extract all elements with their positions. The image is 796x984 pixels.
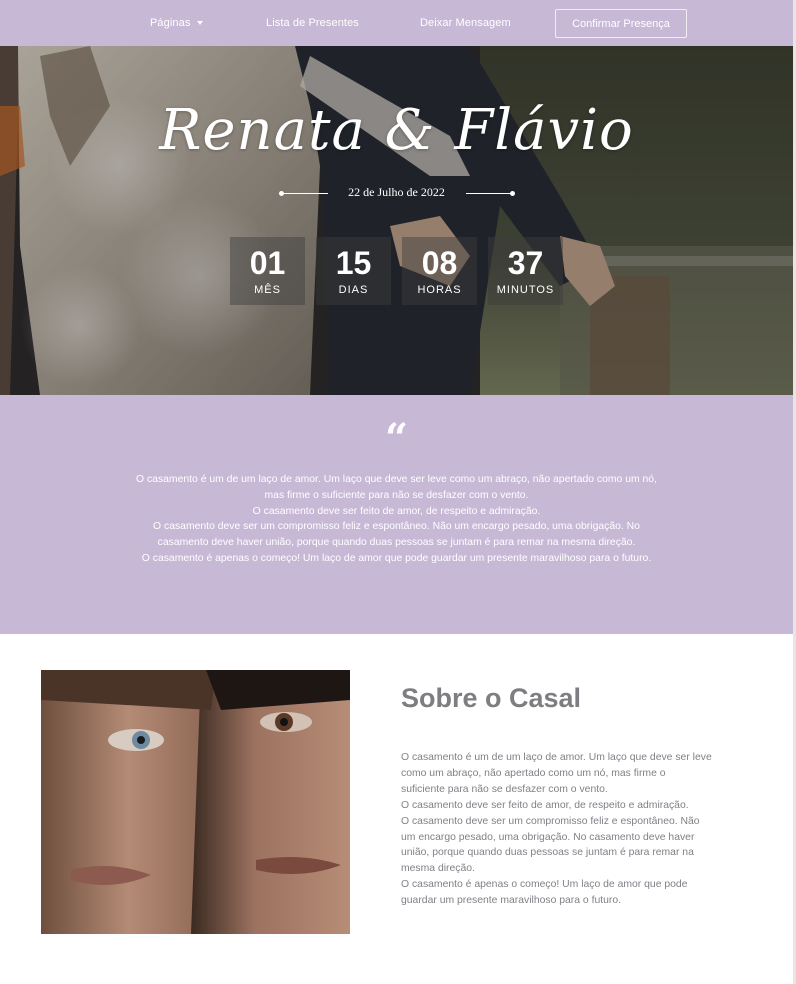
date-divider-dot: [510, 191, 515, 196]
countdown-label: DIAS: [338, 284, 369, 296]
countdown-label: MINUTOS: [496, 284, 555, 296]
top-navbar: Páginas Lista de Presentes Deixar Mensag…: [0, 0, 793, 46]
countdown-label: MÊS: [254, 284, 281, 296]
couple-portrait-photo: [41, 670, 350, 934]
about-title: Sobre o Casal: [401, 683, 582, 713]
about-line: suficiente para não se desfazer com o ve…: [401, 783, 608, 795]
quote-text: O casamento é um de um laço de amor. Um …: [96, 472, 697, 567]
countdown-timer: 01 MÊS 15 DIAS 08 HORAS 37 MINUTOS: [230, 237, 564, 305]
quote-line: casamento deve haver união, porque quand…: [157, 537, 636, 549]
countdown-hours: 08 HORAS: [402, 237, 477, 305]
wedding-date: 22 de Julho de 2022: [348, 185, 445, 199]
about-line: O casamento deve ser um compromisso feli…: [401, 815, 700, 827]
about-line: um encargo pesado, uma obrigação. No cas…: [401, 831, 695, 843]
about-line: O casamento é apenas o começo! Um laço d…: [401, 879, 688, 891]
about-line: O casamento é um de um laço de amor. Um …: [401, 752, 712, 763]
countdown-value: 08: [421, 245, 458, 281]
about-text: O casamento é um de um laço de amor. Um …: [401, 750, 741, 909]
about-line: guardar um presente maravilhoso para o f…: [401, 895, 622, 907]
hero-section: Renata & Flávio 22 de Julho de 2022 01 M…: [0, 46, 793, 395]
couple-names: Renata & Flávio: [159, 98, 634, 163]
quote-line: O casamento é um de um laço de amor. Um …: [136, 474, 657, 485]
nav-item-lista-de-presentes[interactable]: Lista de Presentes: [266, 0, 359, 46]
countdown-value: 37: [507, 245, 544, 281]
about-line: união, porque quando duas pessoas se jun…: [401, 847, 694, 859]
countdown-months: 01 MÊS: [230, 237, 305, 305]
quote-line: O casamento é apenas o começo! Um laço d…: [141, 552, 652, 564]
nav-item-label: Lista de Presentes: [266, 17, 359, 29]
quote-section: “ O casamento é um de um laço de amor. U…: [0, 395, 793, 634]
quote-mark-icon: “: [384, 415, 408, 462]
nav-item-label: Deixar Mensagem: [420, 17, 511, 29]
confirm-attendance-label: Confirmar Presença: [572, 17, 670, 30]
countdown-minutes: 37 MINUTOS: [488, 237, 563, 305]
nav-item-deixar-mensagem[interactable]: Deixar Mensagem: [420, 0, 511, 46]
about-line: como um abraço, não apertado como um nó,…: [401, 767, 666, 779]
quote-line: O casamento deve ser feito de amor, de r…: [252, 505, 541, 517]
nav-item-paginas[interactable]: Páginas: [150, 0, 204, 46]
date-divider-line: [466, 193, 511, 194]
caret-down-icon: [197, 21, 204, 25]
about-line: O casamento deve ser feito de amor, de r…: [401, 799, 689, 811]
couple-portrait-image: [41, 670, 350, 934]
quote-line: mas firme o suficiente para não se desfa…: [264, 489, 529, 501]
nav-item-label: Páginas: [150, 17, 191, 29]
countdown-days: 15 DIAS: [316, 237, 391, 305]
confirm-attendance-button[interactable]: Confirmar Presença: [555, 9, 687, 38]
countdown-value: 01: [249, 245, 286, 281]
about-line: mesma direção.: [401, 863, 475, 875]
countdown-label: HORAS: [417, 284, 462, 296]
countdown-value: 15: [335, 245, 372, 281]
quote-line: O casamento deve ser um compromisso feli…: [153, 521, 640, 533]
wedding-date-row: 22 de Julho de 2022: [0, 185, 793, 203]
